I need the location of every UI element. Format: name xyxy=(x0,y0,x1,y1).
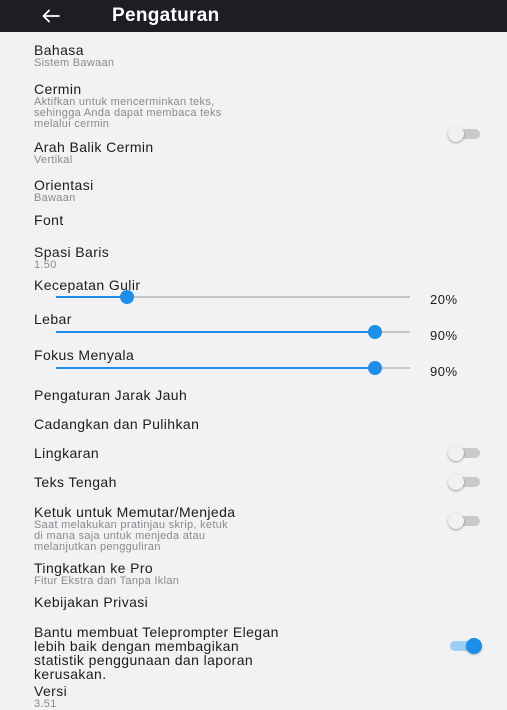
setting-value: Sistem Bawaan xyxy=(34,57,115,69)
setting-title: Orientasi xyxy=(34,177,94,193)
setting-remote[interactable]: Pengaturan Jarak Jauh xyxy=(34,387,483,403)
setting-value: 3.51 xyxy=(34,698,57,710)
slider-thumb[interactable] xyxy=(119,290,134,304)
slider-fill xyxy=(56,296,127,298)
setting-title: Ketuk untuk Memutar/Menjeda xyxy=(34,504,236,520)
setting-title: Spasi Baris xyxy=(34,244,110,260)
setting-value: 1.50 xyxy=(34,259,57,271)
setting-circle[interactable]: Lingkaran xyxy=(34,445,483,461)
setting-title: Teks Tengah xyxy=(34,474,117,490)
circle-toggle[interactable] xyxy=(448,445,480,461)
scroll-speed-value: 20% xyxy=(430,292,458,307)
app-bar: Pengaturan xyxy=(0,0,507,32)
setting-version: Versi 3.51 xyxy=(34,683,483,710)
setting-line-spacing[interactable]: Spasi Baris 1.50 xyxy=(34,244,483,271)
toggle-knob xyxy=(448,445,464,461)
mirror-toggle[interactable] xyxy=(448,126,480,142)
setting-text: statistik penggunaan dan laporan xyxy=(34,652,254,668)
setting-upgrade[interactable]: Tingkatkan ke Pro Fitur Ekstra dan Tanpa… xyxy=(34,560,483,587)
setting-text: lebih baik dengan membagikan xyxy=(34,638,239,654)
setting-title: Tingkatkan ke Pro xyxy=(34,560,154,576)
focus-slider[interactable] xyxy=(56,361,410,375)
setting-font[interactable]: Font xyxy=(34,212,483,228)
setting-title: Font xyxy=(34,212,64,228)
back-button[interactable] xyxy=(36,6,66,26)
setting-value: Bawaan xyxy=(34,192,76,204)
slider-fill xyxy=(56,367,375,369)
setting-text: Bantu membuat Teleprompter Elegan xyxy=(34,624,279,640)
setting-privacy[interactable]: Kebijakan Privasi xyxy=(34,594,483,610)
center-text-toggle[interactable] xyxy=(448,474,480,490)
setting-title: Versi xyxy=(34,683,68,699)
setting-title: Lingkaran xyxy=(34,445,100,461)
focus-value: 90% xyxy=(430,364,458,379)
setting-backup[interactable]: Cadangkan dan Pulihkan xyxy=(34,416,483,432)
toggle-knob xyxy=(448,513,464,529)
setting-text: kerusakan. xyxy=(34,666,107,682)
width-slider[interactable] xyxy=(56,325,410,339)
setting-mirror[interactable]: Cermin Aktifkan untuk mencerminkan teks,… xyxy=(34,81,483,130)
tap-to-play-toggle[interactable] xyxy=(448,513,480,529)
setting-center-text[interactable]: Teks Tengah xyxy=(34,474,483,490)
setting-tap-to-play[interactable]: Ketuk untuk Memutar/Menjeda Saat melakuk… xyxy=(34,504,483,553)
slider-fill xyxy=(56,331,375,333)
stats-toggle[interactable] xyxy=(450,638,482,654)
setting-title: Kebijakan Privasi xyxy=(34,594,149,610)
setting-desc: melanjutkan pengguliran xyxy=(34,541,161,553)
page-title: Pengaturan xyxy=(112,5,220,26)
setting-orientation[interactable]: Orientasi Bawaan xyxy=(34,177,483,204)
setting-value: Vertikal xyxy=(34,154,73,166)
setting-title: Arah Balik Cermin xyxy=(34,139,154,155)
setting-mirror-direction[interactable]: Arah Balik Cermin Vertikal xyxy=(34,139,483,166)
arrow-left-icon xyxy=(42,9,60,23)
setting-desc: melalui cermin xyxy=(34,118,110,130)
slider-thumb[interactable] xyxy=(367,361,382,375)
scroll-speed-slider[interactable] xyxy=(56,290,410,304)
setting-desc: Fitur Ekstra dan Tanpa Iklan xyxy=(34,575,180,587)
setting-title: Cadangkan dan Pulihkan xyxy=(34,416,200,432)
toggle-knob xyxy=(448,474,464,490)
slider-thumb[interactable] xyxy=(367,325,382,339)
toggle-knob xyxy=(466,638,482,654)
setting-language[interactable]: Bahasa Sistem Bawaan xyxy=(34,42,483,69)
setting-title: Pengaturan Jarak Jauh xyxy=(34,387,188,403)
setting-title: Cermin xyxy=(34,81,82,97)
setting-stats[interactable]: Bantu membuat Teleprompter Elegan lebih … xyxy=(34,625,483,681)
setting-title: Bahasa xyxy=(34,42,84,58)
width-value: 90% xyxy=(430,328,458,343)
